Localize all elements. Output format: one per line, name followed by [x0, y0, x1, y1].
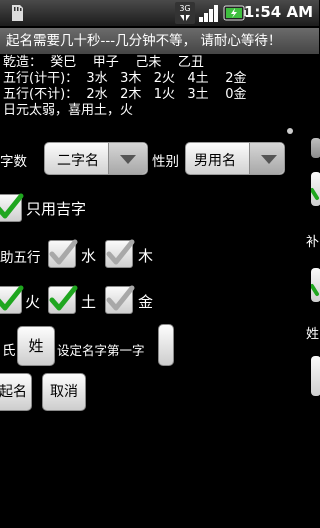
cancel-button[interactable]: 取消 [42, 373, 86, 411]
checkmark-icon [106, 285, 135, 311]
surname-label: 氏 [2, 343, 16, 359]
bazi-line: 乾造： 癸巳 甲子 己未 乙丑 [3, 55, 204, 70]
edge-glitch-marker [287, 128, 293, 134]
first-char-label: 设定名字第一字 [57, 343, 145, 358]
edge-label-xing: 姓 [306, 327, 320, 342]
gender-label: 性别 [152, 154, 179, 170]
element-label-water: 水 [81, 247, 97, 265]
element-label-earth: 土 [81, 293, 97, 311]
status-bar: 3G 1:54 AM [0, 0, 319, 26]
edge-checkbox-fragment-2[interactable] [310, 268, 320, 302]
chevron-down-icon [249, 143, 284, 174]
wuxing-without-gan-line: 五行(不计)： 2水 2木 1火 3土 0金 [3, 87, 247, 102]
generate-name-button[interactable]: 起名 [0, 373, 32, 411]
element-label-metal: 金 [138, 293, 154, 311]
edge-checkbox-fragment[interactable] [310, 172, 320, 206]
name-length-value: 二字名 [57, 153, 99, 169]
element-checkbox-earth[interactable] [48, 285, 78, 314]
surname-button[interactable]: 姓 [17, 326, 55, 366]
checkmark-icon [0, 285, 24, 311]
checkmark-icon [106, 239, 135, 265]
name-length-spinner[interactable]: 二字名 [44, 142, 148, 175]
element-checkbox-fire[interactable] [0, 285, 24, 314]
edge-label-bu: 补 [306, 235, 320, 250]
element-checkbox-metal[interactable] [105, 285, 135, 314]
sd-card-icon [10, 4, 24, 26]
gender-spinner[interactable]: 男用名 [185, 142, 285, 175]
chevron-down-icon [108, 143, 147, 174]
rizhu-line: 日元太弱，喜用土，火 [3, 103, 134, 118]
helper-elements-label: 助五行 [0, 250, 41, 266]
signal-strength-icon [198, 3, 220, 27]
checkmark-icon [49, 285, 78, 311]
gender-value: 男用名 [194, 153, 236, 169]
bazi-info: 乾造： 癸巳 甲子 己未 乙丑 五行(计干)： 3水 3木 2火 4土 2金 五行(… [3, 55, 246, 119]
auspicious-only-label: 只用吉字 [26, 200, 87, 218]
first-char-input[interactable] [158, 324, 174, 366]
name-length-label: 字数 [0, 154, 27, 170]
network-3g-icon: 3G [175, 2, 195, 28]
element-checkbox-water[interactable] [48, 239, 78, 268]
checkmark-icon [310, 284, 319, 296]
auspicious-only-checkbox[interactable] [0, 193, 24, 222]
checkmark-icon [0, 193, 24, 219]
svg-text:3G: 3G [179, 4, 190, 13]
element-label-wood: 木 [138, 247, 154, 265]
edge-button-fragment[interactable] [311, 356, 320, 396]
checkmark-icon [310, 188, 319, 200]
window-title: 起名需要几十秒---几分钟不等， 请耐心等待！ [0, 28, 319, 54]
element-checkbox-wood[interactable] [105, 239, 135, 268]
wuxing-with-gan-line: 五行(计干)： 3水 3木 2火 4土 2金 [3, 71, 247, 86]
checkmark-icon [49, 239, 78, 265]
element-label-fire: 火 [25, 293, 41, 311]
status-clock: 1:54 AM [243, 3, 313, 21]
edge-spinner-fragment[interactable] [311, 138, 320, 158]
